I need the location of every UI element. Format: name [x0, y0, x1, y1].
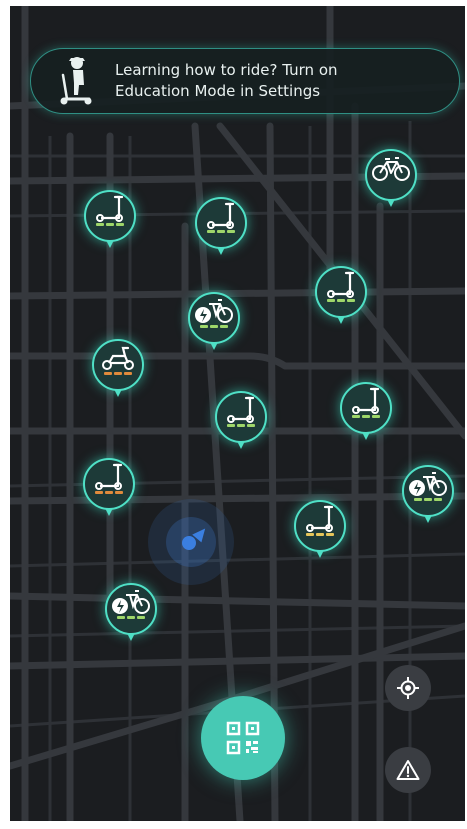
vehicle-pin-scooter[interactable]	[80, 455, 138, 521]
pin-tip	[337, 316, 345, 324]
pin-tip	[217, 247, 225, 255]
banner-message: Learning how to ride? Turn on Education …	[115, 61, 338, 100]
pin-tip	[106, 240, 114, 248]
locate-icon	[397, 677, 419, 699]
vehicle-pin-scooter[interactable]	[337, 379, 395, 445]
warning-icon	[396, 760, 420, 780]
vehicle-pin-ebike[interactable]	[102, 580, 160, 646]
battery-level-bar	[227, 424, 255, 427]
vehicle-pin-bike[interactable]	[362, 146, 420, 212]
battery-level-bar	[306, 533, 334, 536]
scooter-rider-icon	[60, 57, 92, 105]
vehicle-pin-scooter[interactable]	[312, 263, 370, 329]
map-screen: Learning how to ride? Turn on Education …	[10, 6, 465, 821]
vehicle-pin-scooter[interactable]	[291, 497, 349, 563]
pin-tip	[127, 633, 135, 641]
battery-level-bar	[104, 372, 132, 375]
education-mode-banner[interactable]: Learning how to ride? Turn on Education …	[30, 48, 460, 114]
battery-level-bar	[117, 616, 145, 619]
pin-tip	[387, 199, 395, 207]
pin-tip	[362, 432, 370, 440]
scan-qr-button[interactable]	[201, 696, 285, 780]
battery-level-bar	[96, 223, 124, 226]
locate-me-button[interactable]	[385, 665, 431, 711]
vehicle-pin-moped[interactable]	[89, 336, 147, 402]
battery-level-bar	[327, 299, 355, 302]
vehicle-pin-ebike[interactable]	[399, 462, 457, 528]
vehicle-pin-scooter[interactable]	[192, 194, 250, 260]
vehicle-pin-ebike[interactable]	[185, 289, 243, 355]
vehicle-pin-scooter[interactable]	[212, 388, 270, 454]
battery-level-bar	[200, 325, 228, 328]
battery-level-bar	[414, 498, 442, 501]
vehicle-pin-scooter[interactable]	[81, 187, 139, 253]
pin-tip	[424, 515, 432, 523]
pin-tip	[237, 441, 245, 449]
pin-tip	[114, 389, 122, 397]
user-location-marker	[148, 499, 234, 585]
battery-level-bar	[207, 230, 235, 233]
pin-tip	[105, 508, 113, 516]
battery-level-bar	[95, 491, 123, 494]
pin-tip	[316, 550, 324, 558]
qr-code-icon	[226, 721, 260, 755]
battery-level-bar	[352, 415, 380, 418]
report-issue-button[interactable]	[385, 747, 431, 793]
pin-tip	[210, 342, 218, 350]
